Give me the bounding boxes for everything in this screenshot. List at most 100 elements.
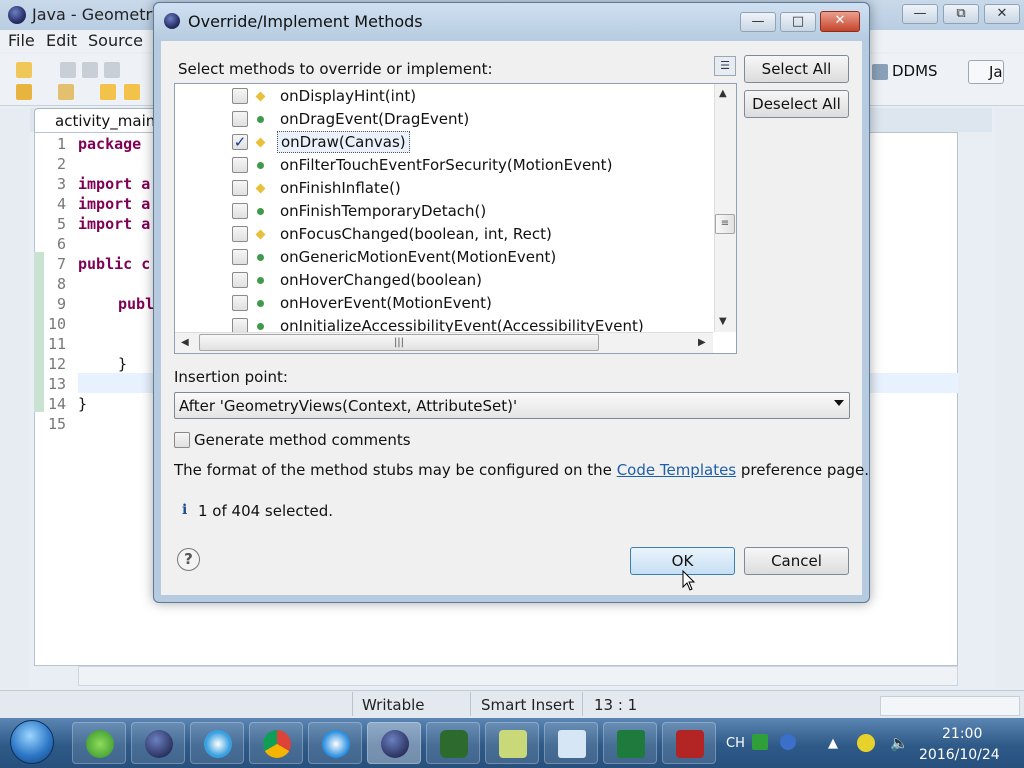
method-name: onFinishInflate() [280, 179, 401, 197]
scroll-right-arrow-icon[interactable]: ▶ [698, 337, 706, 348]
menu-edit[interactable]: Edit [46, 31, 77, 50]
dialog-close-button[interactable]: ✕ [820, 11, 860, 32]
tray-app-icon[interactable] [857, 734, 875, 752]
print-icon[interactable] [104, 62, 120, 78]
method-checkbox[interactable] [232, 180, 248, 196]
start-button-icon[interactable] [10, 720, 54, 764]
method-checkbox[interactable] [232, 295, 248, 311]
eclipse-close-button[interactable]: ✕ [984, 4, 1020, 24]
scroll-down-arrow-icon[interactable]: ▼ [719, 316, 727, 327]
method-row-selected[interactable]: ✓ onDraw(Canvas) [228, 131, 712, 153]
method-name: onDisplayHint(int) [280, 87, 417, 105]
method-checkbox[interactable] [232, 203, 248, 219]
eclipse-dialog-icon [164, 13, 180, 29]
insertion-point-select[interactable]: After 'GeometryViews(Context, AttributeS… [174, 392, 850, 419]
method-row[interactable]: onFilterTouchEventForSecurity(MotionEven… [228, 154, 712, 176]
tree-horizontal-scroll-thumb[interactable]: ||| [199, 334, 599, 351]
line-number: 9 [56, 295, 66, 313]
method-row[interactable]: onFinishInflate() [228, 177, 712, 199]
editor-tab-activity-main[interactable]: activity_main. [34, 108, 158, 132]
scroll-up-arrow-icon[interactable]: ▲ [719, 88, 727, 99]
menu-file[interactable]: File [8, 31, 35, 50]
open-perspective-icon[interactable] [872, 64, 888, 80]
method-row[interactable]: onGenericMotionEvent(MotionEvent) [228, 246, 712, 268]
menu-source[interactable]: Source [88, 31, 143, 50]
save-all-icon[interactable] [82, 62, 98, 78]
editor-horizontal-scrollbar[interactable] [78, 666, 958, 686]
input-language-indicator[interactable]: CH [726, 736, 745, 751]
chrome-icon [263, 730, 291, 758]
deselect-all-button[interactable]: Deselect All [744, 90, 849, 118]
sogou-input-icon[interactable] [752, 734, 768, 750]
view-menu-icon[interactable]: ☰ [714, 56, 736, 76]
eclipse-minimize-button[interactable]: — [902, 4, 938, 24]
tree-vertical-scrollbar[interactable] [714, 84, 736, 332]
taskbar-cloud-button[interactable] [308, 722, 362, 764]
method-row[interactable]: onDragEvent(DragEvent) [228, 108, 712, 130]
eclipse-title: Java - GeometryV [32, 5, 173, 24]
line-number: 10 [47, 315, 66, 333]
tree-vertical-scroll-thumb[interactable]: ≡ [715, 214, 735, 234]
eclipse-restore-button[interactable]: ⧉ [943, 4, 979, 24]
method-name: onGenericMotionEvent(MotionEvent) [280, 248, 557, 266]
perspective-ddms[interactable]: DDMS [892, 62, 938, 80]
method-checkbox[interactable] [232, 226, 248, 242]
method-row[interactable]: onHoverEvent(MotionEvent) [228, 292, 712, 314]
forward-icon[interactable] [124, 84, 140, 100]
clock-time[interactable]: 21:00 [942, 726, 982, 742]
clock-date[interactable]: 2016/10/24 [919, 747, 1000, 763]
method-checkbox[interactable] [232, 272, 248, 288]
method-row[interactable]: onFinishTemporaryDetach() [228, 200, 712, 222]
taskbar-eclipse-button[interactable] [131, 722, 185, 764]
prev-annotation-icon[interactable] [58, 84, 74, 100]
method-row[interactable]: onDisplayHint(int) [228, 85, 712, 107]
line-number: 1 [56, 135, 66, 153]
method-row[interactable]: onHoverChanged(boolean) [228, 269, 712, 291]
select-all-button[interactable]: Select All [744, 55, 849, 83]
taskbar-notes-button[interactable] [485, 722, 539, 764]
line-number: 3 [56, 175, 66, 193]
next-annotation-icon[interactable] [16, 84, 32, 100]
method-checkbox[interactable] [232, 88, 248, 104]
method-checkbox[interactable] [232, 111, 248, 127]
taskbar-recorder-button[interactable] [662, 722, 716, 764]
show-hidden-icons-icon[interactable]: ▲ [828, 736, 838, 751]
taskbar-eclipse-active-button[interactable] [367, 722, 421, 764]
chevron-down-icon[interactable] [834, 400, 844, 406]
format-note-prefix: The format of the method stubs may be co… [174, 461, 612, 479]
taskbar-android-button[interactable] [426, 722, 480, 764]
generate-comments-checkbox[interactable] [174, 432, 190, 448]
method-checkbox[interactable] [232, 249, 248, 265]
code-templates-link[interactable]: Code Templates [617, 461, 736, 479]
format-note-suffix: preference page. [740, 461, 870, 479]
status-insert-mode: Smart Insert [481, 696, 575, 714]
cancel-button[interactable]: Cancel [744, 547, 849, 575]
method-checkbox-checked[interactable]: ✓ [232, 134, 248, 150]
method-checkbox[interactable] [232, 318, 248, 332]
volume-icon[interactable]: 🔈 [890, 734, 909, 752]
scroll-left-arrow-icon[interactable]: ◀ [181, 337, 189, 348]
taskbar-excel-button[interactable] [603, 722, 657, 764]
ime-toolbar[interactable] [880, 696, 1020, 716]
dialog-minimize-button[interactable]: — [740, 12, 776, 32]
new-icon[interactable] [16, 62, 32, 78]
perspective-java[interactable]: Ja [968, 60, 1004, 84]
save-icon[interactable] [60, 62, 76, 78]
taskbar-notepad-button[interactable] [544, 722, 598, 764]
taskbar-network-app-button[interactable] [190, 722, 244, 764]
protected-method-icon [255, 183, 266, 194]
method-checkbox[interactable] [232, 157, 248, 173]
help-icon[interactable]: ? [177, 548, 200, 571]
back-icon[interactable] [100, 84, 116, 100]
eclipse-icon [145, 730, 173, 758]
taskbar-chrome-button[interactable] [249, 722, 303, 764]
method-name: onFilterTouchEventForSecurity(MotionEven… [280, 156, 613, 174]
dialog-maximize-button[interactable]: □ [780, 12, 816, 32]
taskbar-ie-button[interactable] [72, 722, 126, 764]
line-number: 11 [47, 335, 66, 353]
method-row[interactable]: onFocusChanged(boolean, int, Rect) [228, 223, 712, 245]
help-tray-icon[interactable] [780, 734, 796, 750]
code-line: publ [118, 295, 155, 313]
code-line: } [78, 395, 88, 413]
method-row[interactable]: onInitializeAccessibilityEvent(Accessibi… [228, 315, 712, 332]
